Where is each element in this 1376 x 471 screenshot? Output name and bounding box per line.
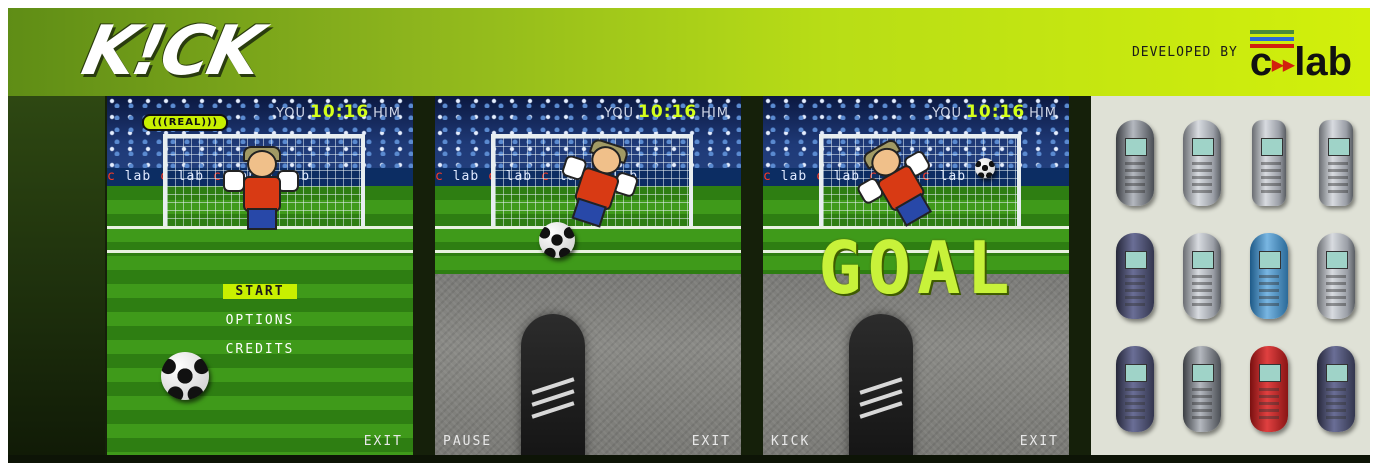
phone-icon — [1115, 345, 1154, 432]
penalty-line — [435, 250, 741, 253]
menu-item-options[interactable]: OPTIONS — [205, 313, 315, 328]
exit-softkey[interactable]: EXIT — [1020, 434, 1059, 449]
hud-score: 10:16 — [966, 102, 1026, 122]
menu-item-start[interactable]: START — [223, 284, 297, 299]
hud-score: 10:16 — [310, 102, 370, 122]
developer-credit: DEVELOPED BY c▸▸lab — [1132, 22, 1352, 82]
phone-icon — [1182, 119, 1221, 206]
goalkeeper — [223, 146, 299, 232]
screen-shot: YOU10:16HIM c lab c lab c lab c lab PAUS… — [435, 96, 741, 455]
hud-him: HIM — [373, 106, 401, 121]
hud-you: YOU — [932, 106, 963, 121]
menu-item-credits[interactable]: CREDITS — [205, 342, 315, 357]
score-hud: YOU 10:16 HIM — [276, 102, 401, 122]
kick-softkey[interactable]: KICK — [771, 434, 810, 449]
developed-by-label: DEVELOPED BY — [1131, 44, 1238, 60]
goal-overlay-text: GOAL — [818, 226, 1016, 310]
footer-bar — [8, 455, 1370, 463]
carpet-floor — [435, 274, 741, 455]
flip-phone-icon — [1318, 119, 1353, 206]
penalty-line — [107, 250, 413, 253]
hud-him: HIM — [701, 106, 729, 121]
phones-grid — [1101, 106, 1369, 446]
score-hud: YOU 10:16 HIM — [604, 102, 729, 122]
phone-icon — [1182, 232, 1221, 319]
supported-phones-panel — [1091, 96, 1370, 455]
clab-logo-stripes — [1249, 30, 1294, 51]
phone-icon — [1115, 232, 1154, 319]
phone-icon — [1115, 119, 1154, 206]
phone-icon — [1249, 345, 1288, 432]
promo-banner: K!CK (((REAL))) DEVELOPED BY c▸▸lab YOU 1… — [8, 8, 1370, 463]
hud-you: YOU — [604, 106, 635, 121]
exit-softkey[interactable]: EXIT — [692, 434, 731, 449]
score-hud: YOU 10:16 HIM — [932, 102, 1057, 122]
phone-icon — [1316, 232, 1355, 319]
phone-icon — [1316, 345, 1355, 432]
hud-score: 10:16 — [638, 102, 698, 122]
hud-you: YOU — [276, 106, 307, 121]
main-menu: START OPTIONS CREDITS — [107, 284, 413, 371]
soccer-ball — [975, 158, 995, 178]
exit-softkey[interactable]: EXIT — [364, 434, 403, 449]
player-shoe — [849, 314, 913, 455]
screen-main-menu: YOU10:16HIM c lab c lab c lab c lab STAR… — [107, 96, 413, 455]
game-logo: K!CK (((REAL))) — [76, 12, 267, 131]
phone-icon — [1182, 345, 1221, 432]
soccer-ball — [539, 222, 575, 258]
logo-badge: (((REAL))) — [142, 114, 229, 131]
hud-him: HIM — [1029, 106, 1057, 121]
flip-phone-icon — [1251, 119, 1286, 206]
goal-line — [435, 226, 741, 229]
left-panel — [8, 96, 105, 463]
pause-softkey[interactable]: PAUSE — [443, 434, 492, 449]
clab-logo: c▸▸lab — [1249, 22, 1352, 82]
phone-icon — [1249, 232, 1288, 319]
logo-title: K!CK — [75, 12, 267, 91]
screen-goal: YOU10:16HIM c lab c lab c lab c lab GOAL… — [763, 96, 1069, 455]
player-shoe — [521, 314, 585, 455]
